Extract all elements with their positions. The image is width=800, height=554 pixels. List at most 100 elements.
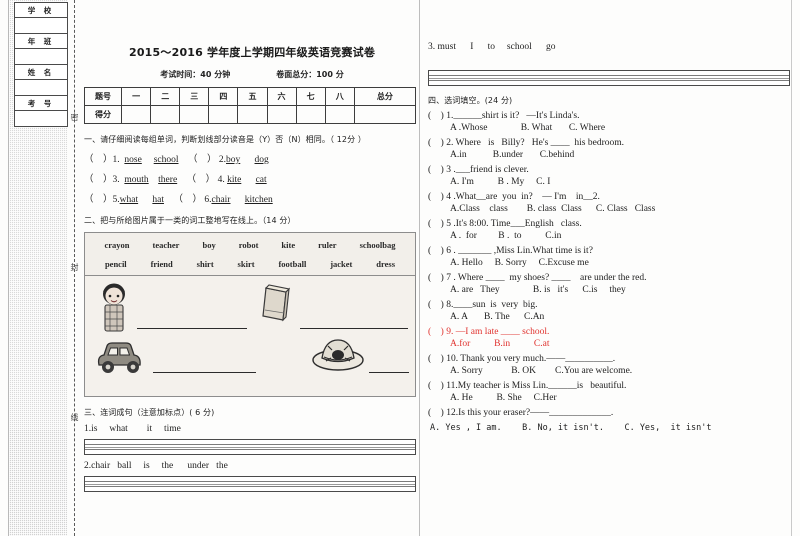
mcq-10-stem[interactable]: ( ) 10. Thank you very much.——__________… <box>428 354 790 364</box>
mcq-5-stem[interactable]: ( ) 5 .It's 8:00. Time___English class. <box>428 219 790 229</box>
mcq-1-options[interactable]: A .Whose B. What C. Where <box>428 123 790 133</box>
word-schoolbag: schoolbag <box>359 240 396 250</box>
mcq-11-options[interactable]: A. He B. She C.Her <box>428 393 790 403</box>
mcq-8-options[interactable]: A. A B. The C.An <box>428 312 790 322</box>
q5-word1: what <box>119 195 139 205</box>
mcq-1-bracket[interactable]: ( ) <box>428 111 444 121</box>
q3-word2: there <box>158 175 178 185</box>
section1-heading: 一、请仔细阅读每组单词，判断划线部分读音是（Y）否（N）相同。（ 12分 ） <box>84 135 366 144</box>
mcq-2-bracket[interactable]: ( ) <box>428 138 444 148</box>
q6-word2: kitchen <box>244 195 273 205</box>
section2-heading: 二、把与所给图片属于一类的词工整地写在线上。（14 分） <box>84 216 296 225</box>
info-label-class: 年 班 <box>14 33 68 49</box>
word-kite: kite <box>281 240 296 250</box>
sheet-right-edge <box>791 0 792 554</box>
mcq-9-stem[interactable]: ( ) 9. —I am late ____ school. <box>428 327 790 337</box>
score-cell-8[interactable] <box>324 105 355 124</box>
mcq-5-bracket[interactable]: ( ) <box>428 219 444 229</box>
word-boy: boy <box>202 240 216 250</box>
right-column: 3. must I to school go 四、选词填空。(24 分) ( )… <box>424 0 790 536</box>
writing-box-1[interactable] <box>84 439 416 455</box>
mcq-8-bracket[interactable]: ( ) <box>428 300 444 310</box>
mcq-5-options[interactable]: A . for B . to C.in <box>428 231 790 241</box>
mcq-12-stem[interactable]: ( ) 12.Is this your eraser?——___________… <box>428 408 790 418</box>
section4-heading: 四、选词填空。(24 分) <box>428 96 513 105</box>
q1-word1: nose <box>124 155 142 165</box>
list-item[interactable]: （ ）3. mouth there （ ） 4. kite cat <box>84 171 420 185</box>
mcq-4-options[interactable]: A.Class class B. class Class C. Class Cl… <box>428 204 790 214</box>
q4-number: 4. <box>217 175 228 185</box>
q3-number: 3. <box>112 175 123 185</box>
mcq-10-options[interactable]: A. Sorry B. OK C.You are welcome. <box>428 366 790 376</box>
answer-bracket-1[interactable]: （ ） <box>84 155 113 165</box>
q5-word2: hat <box>152 195 164 205</box>
score-cell-6[interactable] <box>266 105 297 124</box>
info-label-examid: 考 号 <box>14 95 68 111</box>
girl-picture <box>97 282 131 339</box>
score-cell-total[interactable] <box>353 105 417 124</box>
mcq-1-stem[interactable]: ( ) 1.______shirt is it? —It's Linda's. <box>428 111 790 121</box>
answer-line-2[interactable] <box>300 328 408 329</box>
page-bottom-margin <box>0 536 800 554</box>
answer-bracket-2[interactable]: （ ） <box>188 155 217 165</box>
word-dress: dress <box>376 259 396 269</box>
mcq-6-options[interactable]: A. Hello B. Sorry C.Excuse me <box>428 258 790 268</box>
exam-duration: 考试时间：40 分钟 <box>160 70 231 79</box>
page-title: 2015～2016 学年度上学期四年级英语竞赛试卷 <box>128 46 376 59</box>
rearrange-item-2: 2.chair ball is the under the <box>84 461 228 471</box>
answer-bracket-5[interactable]: （ ） <box>84 195 113 205</box>
answer-bracket-3[interactable]: （ ） <box>84 175 113 185</box>
mcq-10-bracket[interactable]: ( ) <box>428 354 444 364</box>
word-teacher: teacher <box>152 240 180 250</box>
word-bank-row-2: pencil friend shirt skirt football jacke… <box>85 259 415 269</box>
mcq-11-bracket[interactable]: ( ) <box>428 381 444 391</box>
score-col-3: 三 <box>179 87 210 106</box>
mcq-3-bracket[interactable]: ( ) <box>428 165 444 175</box>
score-row-label-number: 题号 <box>83 87 123 106</box>
info-label-school: 学 校 <box>14 2 68 18</box>
mcq-11-stem[interactable]: ( ) 11.My teacher is Miss Lin.______is b… <box>428 381 790 391</box>
mcq-3-stem[interactable]: ( ) 3 .___friend is clever. <box>428 165 790 175</box>
mcq-9-bracket[interactable]: ( ) <box>428 327 444 337</box>
mcq-8-stem[interactable]: ( ) 8.____sun is very big. <box>428 300 790 310</box>
seal-char-mi: 密 <box>70 113 79 122</box>
table-row: 题号 一 二 三 四 五 六 七 八 总分 <box>83 87 417 106</box>
score-cell-2[interactable] <box>150 105 181 124</box>
info-value-class[interactable] <box>14 48 68 65</box>
word-friend: friend <box>150 259 173 269</box>
answer-bracket-4[interactable]: （ ） <box>187 175 216 185</box>
q5-number: 5. <box>112 195 120 205</box>
score-cell-1[interactable] <box>121 105 152 124</box>
list-item[interactable]: （ ）1. nose school （ ） 2.boy dog <box>84 151 420 165</box>
writing-box-2[interactable] <box>84 476 416 492</box>
score-cell-5[interactable] <box>237 105 268 124</box>
mcq-4-bracket[interactable]: ( ) <box>428 192 444 202</box>
writing-box-3[interactable] <box>428 70 790 86</box>
info-value-school[interactable] <box>14 17 68 34</box>
mcq-7-stem[interactable]: ( ) 7 . Where ____ my shoes? ____ are un… <box>428 273 790 283</box>
list-item[interactable]: （ ）5.what hat （ ） 6.chair kitchen <box>84 191 420 205</box>
mcq-4-stem[interactable]: ( ) 4 .What__are you in? — I'm in__2. <box>428 192 790 202</box>
answer-line-4[interactable] <box>369 372 409 373</box>
mcq-7-bracket[interactable]: ( ) <box>428 273 444 283</box>
answer-line-3[interactable] <box>153 372 256 373</box>
mcq-2-stem[interactable]: ( ) 2. Where is Billy? He's ____ his bed… <box>428 138 790 148</box>
info-value-name[interactable] <box>14 79 68 96</box>
info-value-examid[interactable] <box>14 110 68 127</box>
answer-bracket-6[interactable]: （ ） <box>173 195 202 205</box>
mcq-6-stem[interactable]: ( ) 6 . _______ ,Miss Lin.What time is i… <box>428 246 790 256</box>
mcq-7-options[interactable]: A. are They B. is it's C.is they <box>428 285 790 295</box>
answer-line-1[interactable] <box>137 328 247 329</box>
score-cell-7[interactable] <box>295 105 326 124</box>
mcq-12-bracket[interactable]: ( ) <box>428 408 444 418</box>
mcq-3-options[interactable]: A. I'm B . My C. I <box>428 177 790 187</box>
word-pencil: pencil <box>104 259 127 269</box>
score-cell-4[interactable] <box>208 105 239 124</box>
mcq-6-bracket[interactable]: ( ) <box>428 246 444 256</box>
mcq-2-options[interactable]: A.in B.under C.behind <box>428 150 790 160</box>
mcq-12-options[interactable]: A. Yes , I am. B. No, it isn't. C. Yes, … <box>428 423 790 433</box>
word-shirt: shirt <box>196 259 214 269</box>
rearrange-item-3: 3. must I to school go <box>428 42 556 52</box>
mcq-9-options[interactable]: A.for B.in C.at <box>428 339 790 349</box>
score-cell-3[interactable] <box>179 105 210 124</box>
